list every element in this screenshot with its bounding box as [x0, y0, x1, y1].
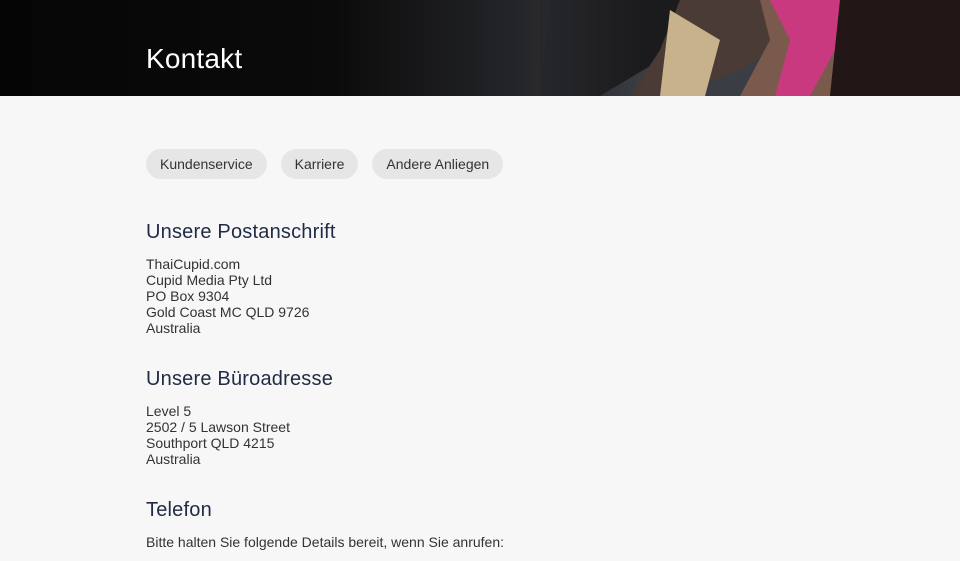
postal-line: Gold Coast MC QLD 9726 — [146, 304, 310, 320]
office-address-section: Unsere Büroadresse Level 5 2502 / 5 Laws… — [146, 368, 746, 467]
office-line: 2502 / 5 Lawson Street — [146, 419, 290, 435]
office-line: Level 5 — [146, 403, 192, 419]
postal-address-heading: Unsere Postanschrift — [146, 221, 336, 243]
phone-heading: Telefon — [146, 499, 212, 521]
page-title: Kontakt — [146, 43, 243, 74]
tab-kundenservice[interactable]: Kundenservice — [146, 149, 267, 179]
postal-line: Cupid Media Pty Ltd — [146, 272, 273, 288]
office-line: Australia — [146, 451, 201, 467]
phone-intro: Bitte halten Sie folgende Details bereit… — [146, 534, 505, 550]
postal-line: ThaiCupid.com — [146, 256, 241, 272]
postal-address-section: Unsere Postanschrift ThaiCupid.com Cupid… — [146, 221, 746, 336]
phone-section: Telefon Bitte halten Sie folgende Detail… — [146, 499, 746, 550]
office-address-heading: Unsere Büroadresse — [146, 368, 334, 390]
postal-line: PO Box 9304 — [146, 288, 230, 304]
tab-karriere[interactable]: Karriere — [280, 149, 359, 179]
contact-tabs: Kundenservice Karriere Andere Anliegen — [146, 149, 504, 179]
postal-line: Australia — [146, 320, 201, 336]
office-line: Southport QLD 4215 — [146, 435, 275, 451]
tab-andere-anliegen[interactable]: Andere Anliegen — [372, 149, 504, 179]
hero-banner: Kontakt — [0, 0, 960, 96]
hero-photo — [540, 0, 960, 96]
